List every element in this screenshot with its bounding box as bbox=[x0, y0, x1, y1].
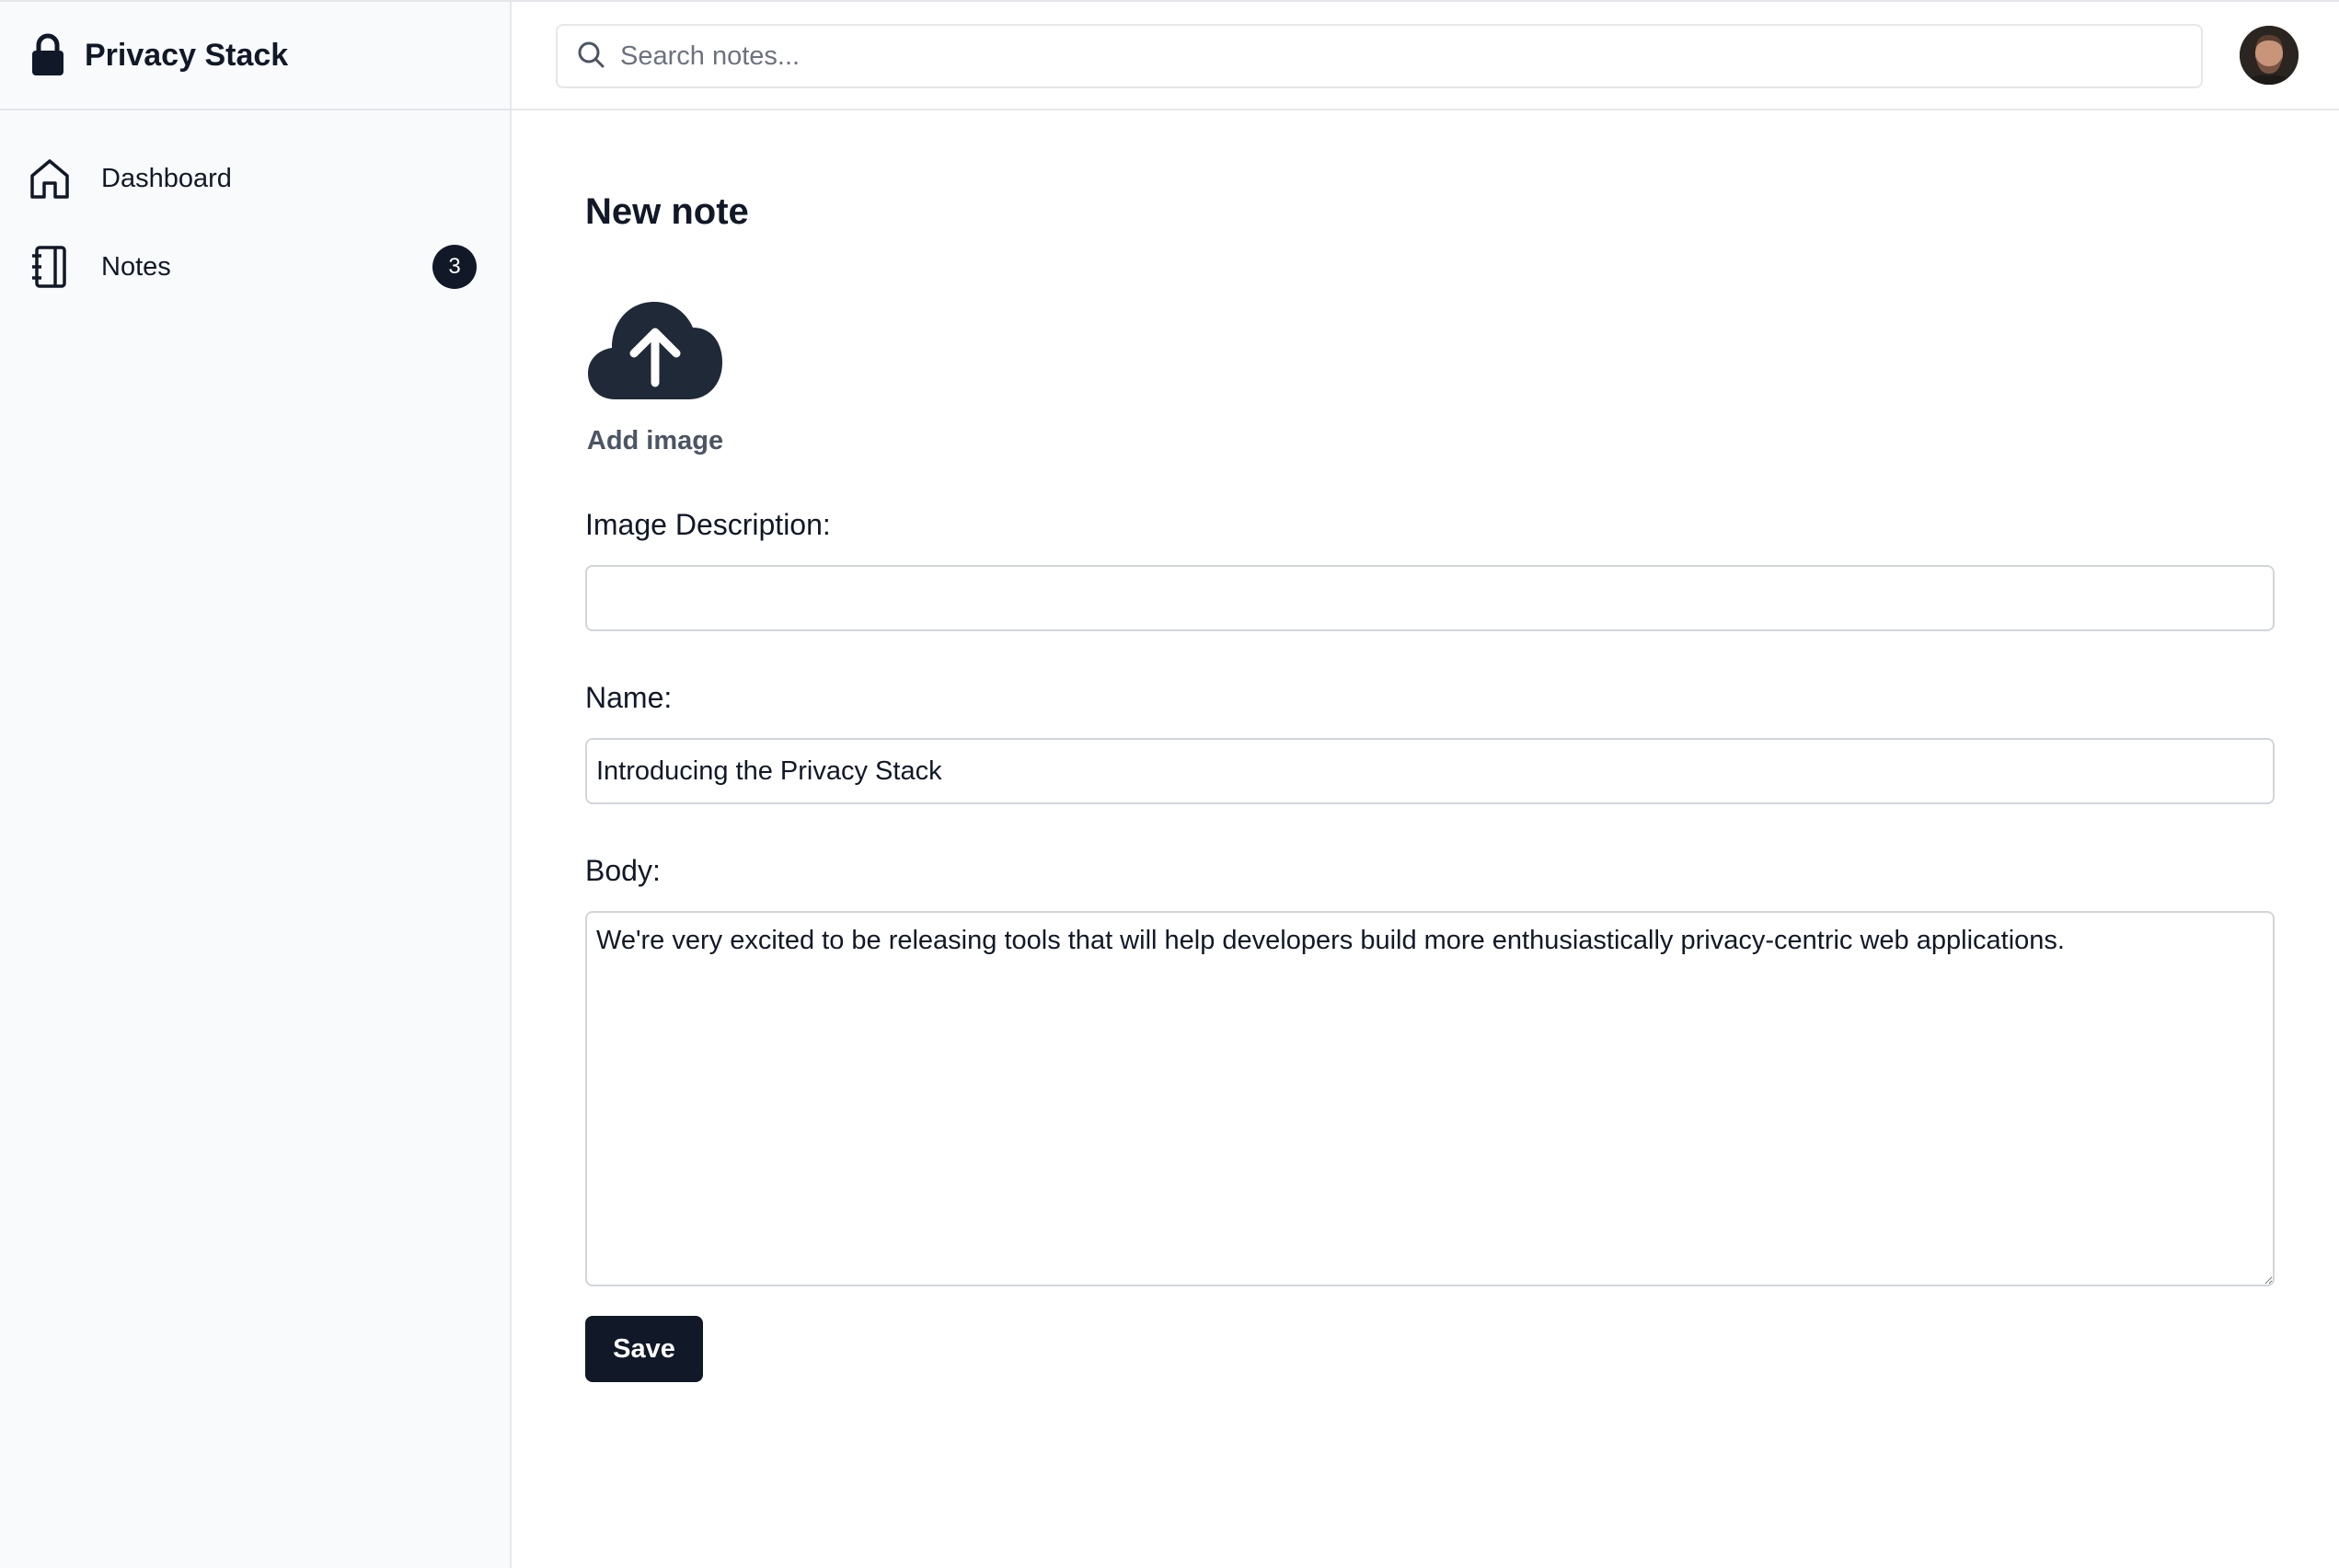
image-description-label: Image Description: bbox=[585, 508, 831, 541]
image-description-input[interactable] bbox=[585, 565, 2275, 631]
save-button[interactable]: Save bbox=[585, 1316, 703, 1382]
user-avatar[interactable] bbox=[2240, 26, 2299, 85]
name-input[interactable] bbox=[585, 738, 2275, 804]
sidebar-item-label: Notes bbox=[101, 251, 171, 282]
sidebar-item-label: Dashboard bbox=[101, 163, 232, 193]
sidebar-item-notes[interactable]: Notes 3 bbox=[0, 241, 510, 293]
search-box[interactable] bbox=[556, 24, 2203, 88]
search-icon bbox=[576, 40, 605, 74]
notebook-icon bbox=[29, 245, 70, 289]
notes-count-badge: 3 bbox=[432, 245, 477, 289]
lock-icon bbox=[29, 33, 66, 77]
page-title: New note bbox=[585, 191, 749, 232]
cloud-upload-icon bbox=[586, 293, 724, 406]
add-image-button[interactable]: Add image bbox=[585, 293, 725, 456]
brand-name: Privacy Stack bbox=[85, 37, 289, 73]
sidebar-item-dashboard[interactable]: Dashboard bbox=[0, 153, 510, 204]
body-label: Body: bbox=[585, 854, 661, 887]
add-image-label: Add image bbox=[586, 426, 724, 455]
name-label: Name: bbox=[585, 681, 673, 714]
top-bar bbox=[512, 0, 2339, 110]
body-textarea[interactable]: We're very excited to be releasing tools… bbox=[585, 911, 2275, 1286]
home-icon bbox=[29, 156, 70, 201]
search-input[interactable] bbox=[618, 40, 2201, 73]
sidebar-nav: Dashboard Notes 3 bbox=[0, 110, 510, 293]
main-content: New note Add image Image Description: Na… bbox=[585, 110, 2275, 1382]
brand-header[interactable]: Privacy Stack bbox=[0, 0, 510, 110]
sidebar: Privacy Stack Dashboard Notes 3 bbox=[0, 0, 512, 1568]
